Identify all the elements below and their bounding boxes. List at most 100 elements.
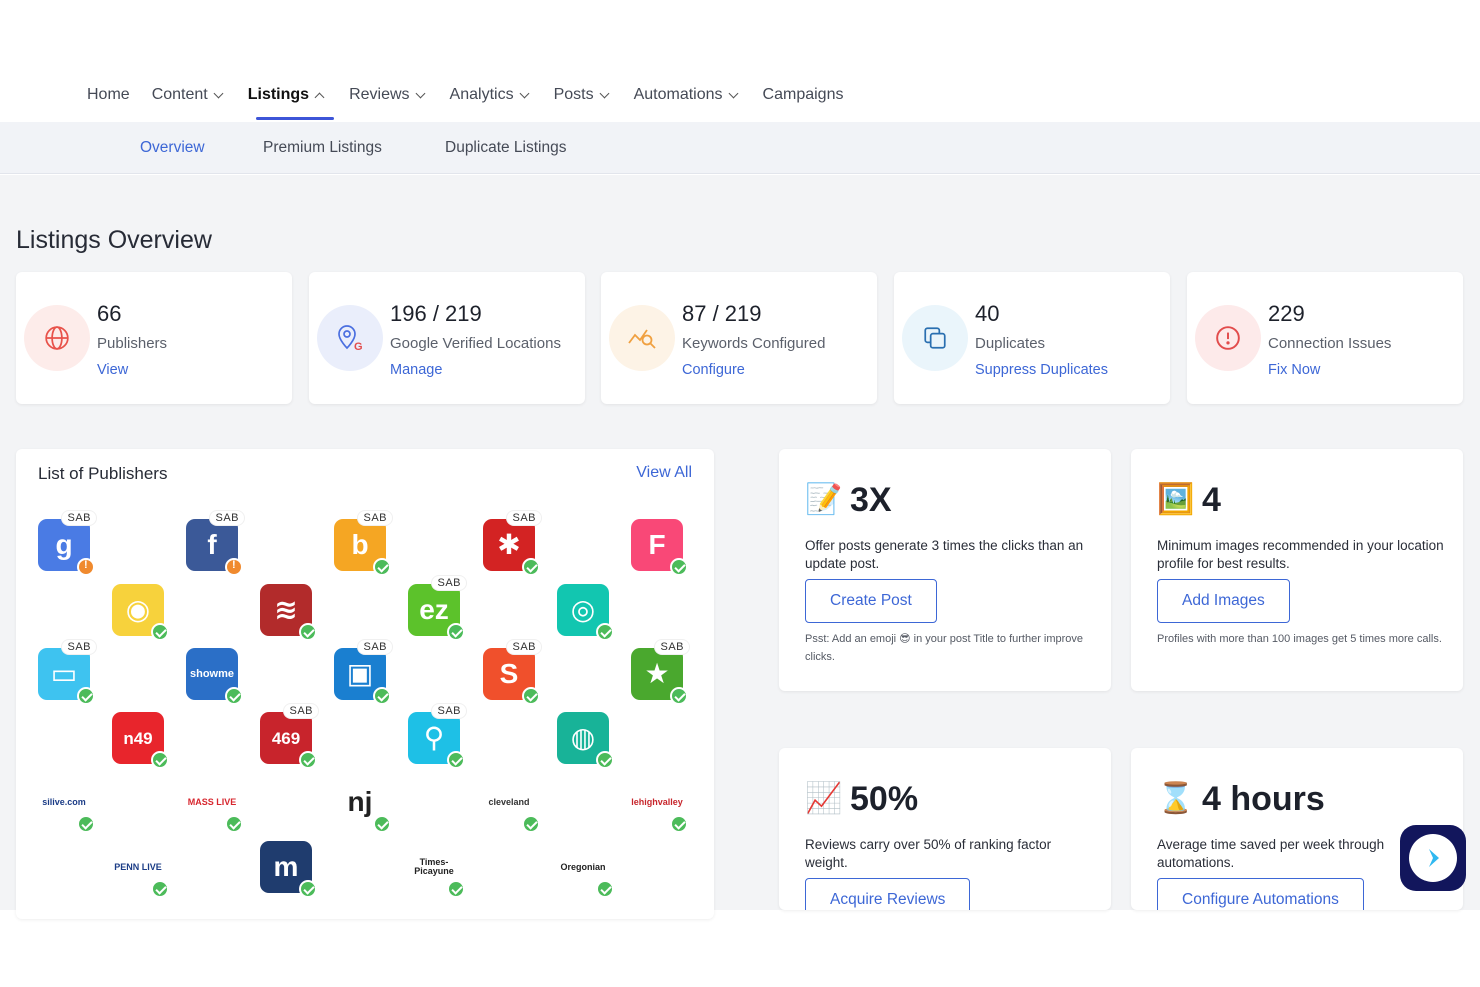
nav-posts-label: Posts (553, 86, 594, 103)
nav-home[interactable]: Home (87, 86, 130, 104)
chart-up-icon: 📈 (805, 782, 843, 815)
check-badge-icon (522, 687, 540, 705)
tip-headline: 50% (850, 780, 919, 818)
nav-automations[interactable]: Automations (633, 86, 738, 104)
sab-badge: SAB (655, 640, 689, 654)
manage-link[interactable]: Manage (390, 362, 442, 378)
google-location-icon: G (317, 305, 383, 371)
nav-listings-label: Listings (247, 86, 310, 103)
copy-icon (902, 305, 968, 371)
publisher-pennlive[interactable]: PENN LIVE (112, 841, 169, 898)
publisher-nj[interactable]: nj (334, 776, 391, 833)
subnav-overview[interactable]: Overview (140, 139, 205, 157)
sab-badge: SAB (507, 511, 541, 525)
page-title: Listings Overview (16, 226, 212, 254)
nav-reviews-label: Reviews (349, 86, 410, 103)
publisher-bag[interactable]: ▣ SAB (334, 640, 392, 705)
publisher-superpages[interactable]: S SAB (483, 640, 541, 705)
check-badge-icon (151, 623, 169, 641)
keyword-search-icon (609, 305, 675, 371)
publisher-mlive[interactable]: m (260, 841, 317, 898)
publisher-facebook[interactable]: f SAB (186, 511, 244, 576)
publisher-mapquest[interactable]: ≋ (260, 584, 317, 641)
svg-text:G: G (354, 341, 363, 353)
stat-label: Duplicates (975, 335, 1046, 352)
check-badge-icon (522, 815, 540, 833)
stat-card-duplicates: 40 Duplicates Suppress Duplicates (894, 272, 1170, 404)
stat-value: 40 (975, 301, 1000, 326)
nav-posts[interactable]: Posts (553, 86, 610, 104)
acquire-reviews-button[interactable]: Acquire Reviews (805, 878, 971, 910)
subnav-duplicate-listings[interactable]: Duplicate Listings (445, 139, 566, 157)
check-badge-icon (77, 815, 95, 833)
nav-analytics[interactable]: Analytics (450, 86, 530, 104)
publisher-pin-cyan[interactable]: ⚲ SAB (408, 704, 466, 769)
publisher-n49[interactable]: n49 (112, 712, 169, 769)
publisher-ezlocal[interactable]: ez SAB (408, 576, 466, 641)
stat-value: 229 (1268, 301, 1305, 326)
add-images-button[interactable]: Add Images (1157, 579, 1290, 623)
nav-reviews[interactable]: Reviews (349, 86, 425, 104)
view-publishers-link[interactable]: View (97, 362, 128, 378)
check-badge-icon (447, 880, 465, 898)
publisher-469[interactable]: 469 SAB (260, 704, 318, 769)
view-all-link[interactable]: View All (636, 464, 692, 482)
chevron-down-icon (728, 88, 738, 98)
publisher-silive[interactable]: silive.com (38, 776, 95, 833)
tip-footnote: Psst: Add an emoji 😎 in your post Title … (805, 633, 1084, 663)
check-badge-icon (670, 558, 688, 576)
chevron-down-icon (213, 88, 224, 98)
sab-badge: SAB (62, 511, 96, 525)
check-badge-icon (151, 751, 169, 769)
publisher-masslive[interactable]: MASS LIVE (186, 776, 243, 833)
publisher-foursquare[interactable]: F (631, 519, 688, 576)
publisher-bing[interactable]: b SAB (334, 511, 392, 576)
stat-card-google-verified: G 196 / 219 Google Verified Locations Ma… (309, 272, 585, 404)
chevron-up-icon (314, 92, 325, 102)
publisher-times-picayune[interactable]: Times-Picayune (408, 841, 465, 898)
publisher-pin-green[interactable]: ◍ (557, 712, 614, 769)
tip-headline: 3X (850, 481, 892, 519)
sab-badge: SAB (358, 511, 392, 525)
check-badge-icon (299, 751, 317, 769)
nav-automations-label: Automations (633, 86, 723, 103)
fix-now-link[interactable]: Fix Now (1268, 362, 1320, 378)
publisher-lehighvalley[interactable]: lehighvalley (631, 776, 688, 833)
tip-text: Minimum images recommended in your locat… (1157, 538, 1444, 571)
tip-headline: 4 hours (1202, 780, 1325, 818)
nav-content[interactable]: Content (152, 86, 224, 104)
check-badge-icon (373, 558, 391, 576)
stat-value: 66 (97, 301, 122, 326)
publisher-parrot[interactable]: ◉ (112, 584, 169, 641)
warning-badge-icon (225, 558, 243, 576)
sab-badge: SAB (210, 511, 244, 525)
subnav-premium-listings[interactable]: Premium Listings (263, 139, 382, 157)
publisher-yelp[interactable]: ✱ SAB (483, 511, 541, 576)
check-badge-icon (299, 623, 317, 641)
sab-badge: SAB (432, 576, 466, 590)
publisher-cleveland[interactable]: cleveland (483, 776, 540, 833)
check-badge-icon (299, 880, 317, 898)
chat-widget-button[interactable] (1400, 825, 1466, 891)
configure-keywords-link[interactable]: Configure (682, 362, 745, 378)
check-badge-icon (77, 687, 95, 705)
sab-badge: SAB (284, 704, 318, 718)
publisher-star[interactable]: ★ SAB (631, 640, 689, 705)
create-post-button[interactable]: Create Post (805, 579, 937, 623)
nav-campaigns[interactable]: Campaigns (763, 86, 844, 104)
warning-badge-icon (77, 558, 95, 576)
suppress-duplicates-link[interactable]: Suppress Duplicates (975, 362, 1108, 378)
configure-automations-button[interactable]: Configure Automations (1157, 878, 1364, 910)
publisher-chat[interactable]: ▭ SAB (38, 640, 96, 705)
check-badge-icon (151, 880, 169, 898)
publisher-showmelocal[interactable]: showme (186, 648, 243, 705)
check-badge-icon (447, 751, 465, 769)
publisher-google[interactable]: g SAB (38, 511, 96, 576)
stat-label: Connection Issues (1268, 335, 1392, 352)
publisher-pin-teal[interactable]: ◎ (557, 584, 614, 641)
publisher-oregonlive[interactable]: Oregonian (557, 841, 614, 898)
nav-listings[interactable]: Listings (247, 86, 325, 104)
check-badge-icon (373, 687, 391, 705)
sab-badge: SAB (358, 640, 392, 654)
check-badge-icon (225, 687, 243, 705)
